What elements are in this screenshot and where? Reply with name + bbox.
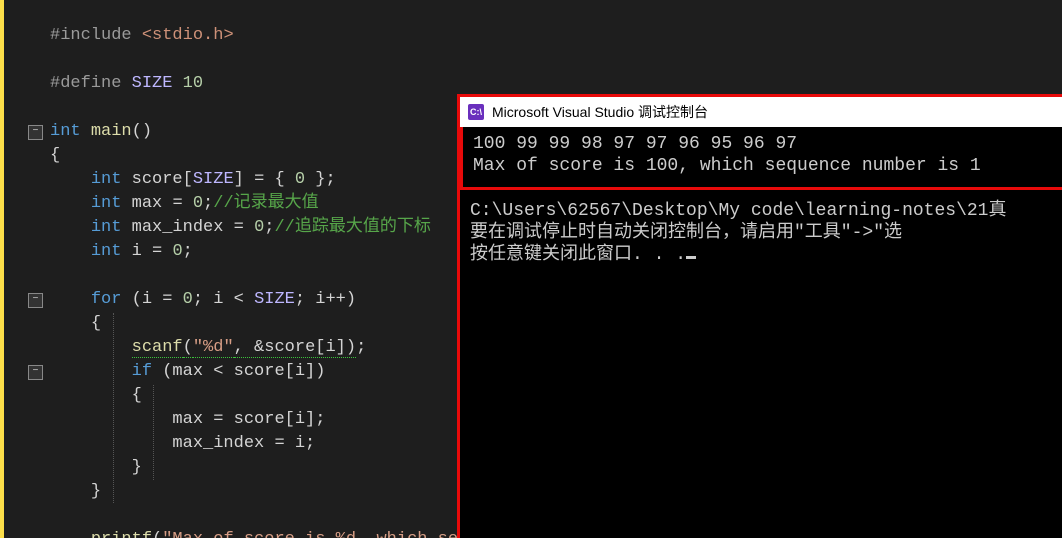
brace-guide [153, 385, 154, 480]
code-line[interactable]: } [50, 480, 101, 504]
console-cursor [686, 256, 696, 259]
code-line[interactable]: int max_index = 0;//追踪最大值的下标 [50, 216, 431, 240]
console-output-highlight: 100 99 99 98 97 97 96 95 96 97 Max of sc… [460, 127, 1062, 190]
debug-console-window[interactable]: C:\ Microsoft Visual Studio 调试控制台 100 99… [457, 94, 1062, 538]
code-line[interactable]: #define SIZE 10 [50, 72, 203, 96]
code-line[interactable]: max = score[i]; [50, 408, 325, 432]
code-line[interactable]: { [50, 384, 142, 408]
code-line[interactable]: { [50, 312, 101, 336]
fold-toggle-icon[interactable]: − [28, 293, 43, 308]
editor-gutter [4, 0, 26, 538]
code-line[interactable]: int score[SIZE] = { 0 }; [50, 168, 336, 192]
code-line[interactable]: int main() [50, 120, 152, 144]
code-line[interactable]: if (max < score[i]) [50, 360, 325, 384]
code-line[interactable]: scanf("%d", &score[i]); [50, 336, 366, 360]
code-line[interactable]: for (i = 0; i < SIZE; i++) [50, 288, 356, 312]
console-output: C:\Users\62567\Desktop\My code\learning-… [460, 190, 1062, 276]
code-line[interactable]: int i = 0; [50, 240, 193, 264]
code-line[interactable]: { [50, 144, 60, 168]
fold-toggle-icon[interactable]: − [28, 365, 43, 380]
code-editor[interactable]: − − − #include <stdio.h> #define SIZE 10 int… [0, 0, 1062, 538]
fold-gutter: − − − [26, 0, 44, 538]
console-title: Microsoft Visual Studio 调试控制台 [492, 102, 708, 122]
console-titlebar[interactable]: C:\ Microsoft Visual Studio 调试控制台 [460, 97, 1062, 127]
brace-guide [113, 313, 114, 503]
code-line[interactable]: } [50, 456, 142, 480]
console-icon: C:\ [468, 104, 484, 120]
code-line[interactable]: #include <stdio.h> [50, 24, 234, 48]
fold-toggle-icon[interactable]: − [28, 125, 43, 140]
code-line[interactable]: printf("Max of score is %d, which sequen [50, 528, 499, 538]
code-line[interactable]: int max = 0;//记录最大值 [50, 192, 319, 216]
code-line[interactable]: max_index = i; [50, 432, 315, 456]
